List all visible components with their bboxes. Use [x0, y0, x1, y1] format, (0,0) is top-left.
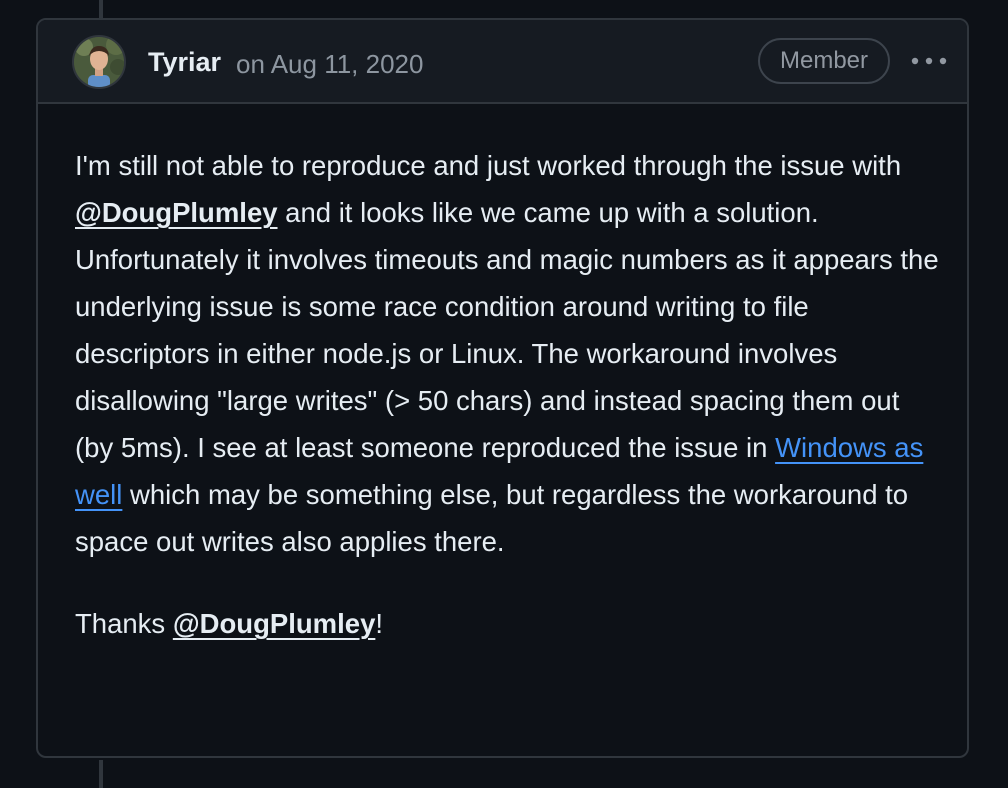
- body-text: I'm still not able to reproduce and just…: [75, 150, 902, 181]
- comment-paragraph: Thanks @DougPlumley!: [75, 600, 945, 647]
- timeline-line-bottom: [99, 760, 103, 788]
- timeline-line-top: [99, 0, 103, 18]
- timeline-comment: Tyriar on Aug 11, 2020 Member I'm still …: [36, 18, 969, 758]
- user-mention-link[interactable]: @DougPlumley: [173, 608, 376, 639]
- kebab-horizontal-icon: [911, 57, 947, 65]
- body-text: which may be something else, but regardl…: [75, 479, 909, 557]
- member-role-badge: Member: [758, 38, 890, 84]
- comment-body: I'm still not able to reproduce and just…: [75, 142, 945, 647]
- comment-options-button[interactable]: [906, 42, 952, 80]
- user-mention-link[interactable]: @DougPlumley: [75, 197, 278, 228]
- body-text: !: [375, 608, 383, 639]
- body-text: and it looks like we came up with a solu…: [75, 197, 939, 463]
- comment-paragraph: I'm still not able to reproduce and just…: [75, 142, 945, 565]
- comment-author[interactable]: Tyriar: [148, 45, 221, 79]
- comment-header: Tyriar on Aug 11, 2020 Member: [38, 20, 967, 104]
- avatar-photo: [74, 37, 124, 87]
- author-avatar[interactable]: [72, 35, 126, 89]
- comment-timestamp[interactable]: on Aug 11, 2020: [236, 47, 423, 81]
- body-text: Thanks: [75, 608, 173, 639]
